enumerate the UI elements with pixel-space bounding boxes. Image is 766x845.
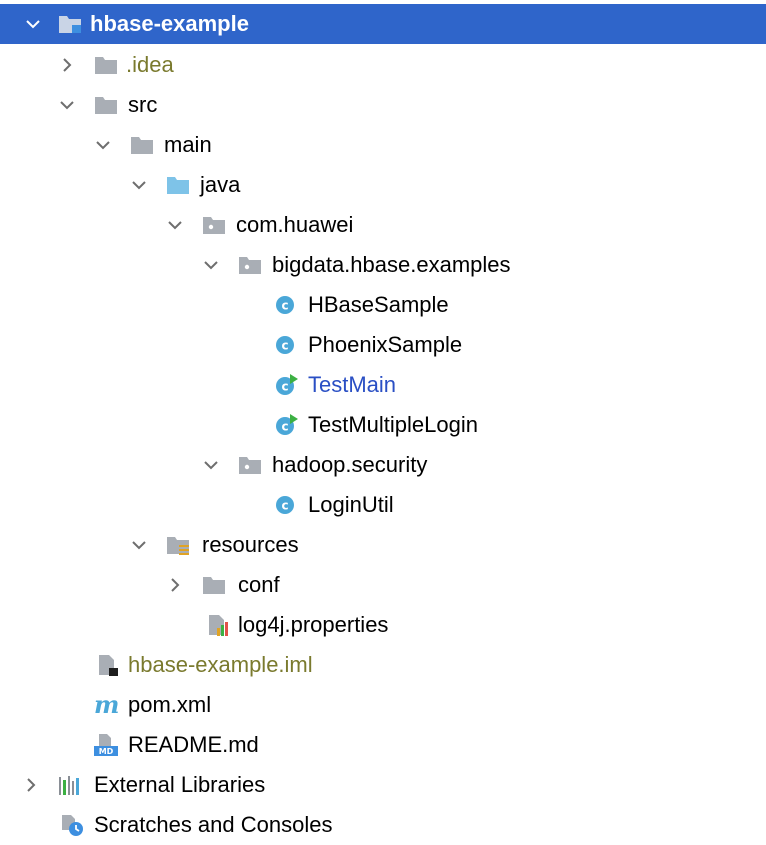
markdown-file-icon: MD (94, 734, 118, 756)
tree-item-label: main (164, 132, 212, 157)
tree-item-login-util[interactable]: c LoginUtil (0, 485, 766, 525)
tree-item-pom-xml[interactable]: m pom.xml (0, 685, 766, 725)
tree-item-hbase-example[interactable]: hbase-example (0, 4, 766, 44)
tree-item-phoenix-sample[interactable]: c PhoenixSample (0, 325, 766, 365)
chevron-down-icon[interactable] (94, 136, 112, 154)
tree-item-label: hadoop.security (272, 452, 428, 477)
tree-item-label: java (200, 172, 241, 197)
tree-item-java[interactable]: java (0, 165, 766, 205)
tree-item-src[interactable]: src (0, 85, 766, 125)
tree-item-label: LoginUtil (308, 492, 394, 517)
source-root-folder-icon (166, 174, 190, 196)
java-class-icon: c (274, 294, 298, 316)
tree-item-label: bigdata.hbase.examples (272, 252, 511, 277)
tree-item-label: log4j.properties (238, 612, 389, 637)
tree-item-label: HBaseSample (308, 292, 449, 317)
folder-icon (130, 134, 154, 156)
resources-folder-icon (166, 534, 190, 556)
tree-item-label: TestMultipleLogin (308, 412, 478, 437)
tree-item-label: src (128, 92, 158, 117)
svg-text:c: c (281, 499, 288, 513)
chevron-down-icon[interactable] (166, 216, 184, 234)
tree-item-main[interactable]: main (0, 125, 766, 165)
java-class-icon: c (274, 334, 298, 356)
tree-item-readme-md[interactable]: MD README.md (0, 725, 766, 765)
tree-item-com-huawei[interactable]: com.huawei (0, 205, 766, 245)
folder-icon (94, 54, 118, 76)
java-runnable-class-icon: c (274, 414, 298, 436)
tree-item-label: com.huawei (236, 212, 354, 237)
project-tree: hbase-example .idea src main java com.hu… (0, 0, 766, 841)
svg-text:c: c (281, 380, 288, 394)
module-folder-icon (58, 13, 82, 35)
folder-icon (94, 94, 118, 116)
tree-item-label: README.md (128, 732, 259, 757)
tree-item-log4j-properties[interactable]: log4j.properties (0, 605, 766, 645)
tree-item-hbase-example-iml[interactable]: hbase-example.iml (0, 645, 766, 685)
java-class-icon: c (274, 494, 298, 516)
tree-item-test-multiple-login[interactable]: c TestMultipleLogin (0, 405, 766, 445)
chevron-down-icon[interactable] (24, 15, 42, 33)
tree-item-label: conf (238, 572, 280, 597)
tree-item-label: pom.xml (128, 692, 212, 717)
iml-file-icon (96, 654, 120, 676)
tree-item-hadoop-security[interactable]: hadoop.security (0, 445, 766, 485)
folder-icon (202, 574, 226, 596)
tree-item-test-main[interactable]: c TestMain (0, 365, 766, 405)
package-icon (238, 254, 262, 276)
tree-item-scratches-and-consoles[interactable]: Scratches and Consoles (0, 805, 766, 845)
library-icon (58, 774, 82, 796)
chevron-down-icon[interactable] (130, 536, 148, 554)
svg-text:c: c (281, 339, 288, 353)
tree-item-label: Scratches and Consoles (94, 812, 333, 837)
chevron-down-icon[interactable] (202, 456, 220, 474)
tree-item-resources[interactable]: resources (0, 525, 766, 565)
tree-item-bigdata-hbase-examples[interactable]: bigdata.hbase.examples (0, 245, 766, 285)
tree-item-label: hbase-example.iml (128, 652, 313, 677)
properties-file-icon (206, 614, 230, 636)
package-icon (202, 214, 226, 236)
tree-item-hbase-sample[interactable]: c HBaseSample (0, 285, 766, 325)
tree-item-label: .idea (126, 52, 174, 77)
package-icon (238, 454, 262, 476)
svg-text:c: c (281, 420, 288, 434)
maven-icon: m (94, 694, 119, 716)
chevron-down-icon[interactable] (202, 256, 220, 274)
svg-text:m: m (94, 694, 119, 716)
svg-text:MD: MD (99, 747, 114, 756)
tree-item-label: External Libraries (94, 772, 266, 797)
svg-text:c: c (281, 299, 288, 313)
java-runnable-class-icon: c (274, 374, 298, 396)
tree-item-label: PhoenixSample (308, 332, 463, 357)
chevron-down-icon[interactable] (58, 96, 76, 114)
chevron-right-icon[interactable] (166, 576, 184, 594)
tree-item-label: TestMain (308, 372, 397, 397)
tree-item-conf[interactable]: conf (0, 565, 766, 605)
chevron-right-icon[interactable] (22, 776, 40, 794)
scratches-icon (60, 814, 84, 836)
tree-item-label: hbase-example (90, 11, 249, 36)
tree-item-idea[interactable]: .idea (0, 45, 766, 85)
chevron-down-icon[interactable] (130, 176, 148, 194)
chevron-right-icon[interactable] (58, 56, 76, 74)
tree-item-external-libraries[interactable]: External Libraries (0, 765, 766, 805)
tree-item-label: resources (202, 532, 299, 557)
